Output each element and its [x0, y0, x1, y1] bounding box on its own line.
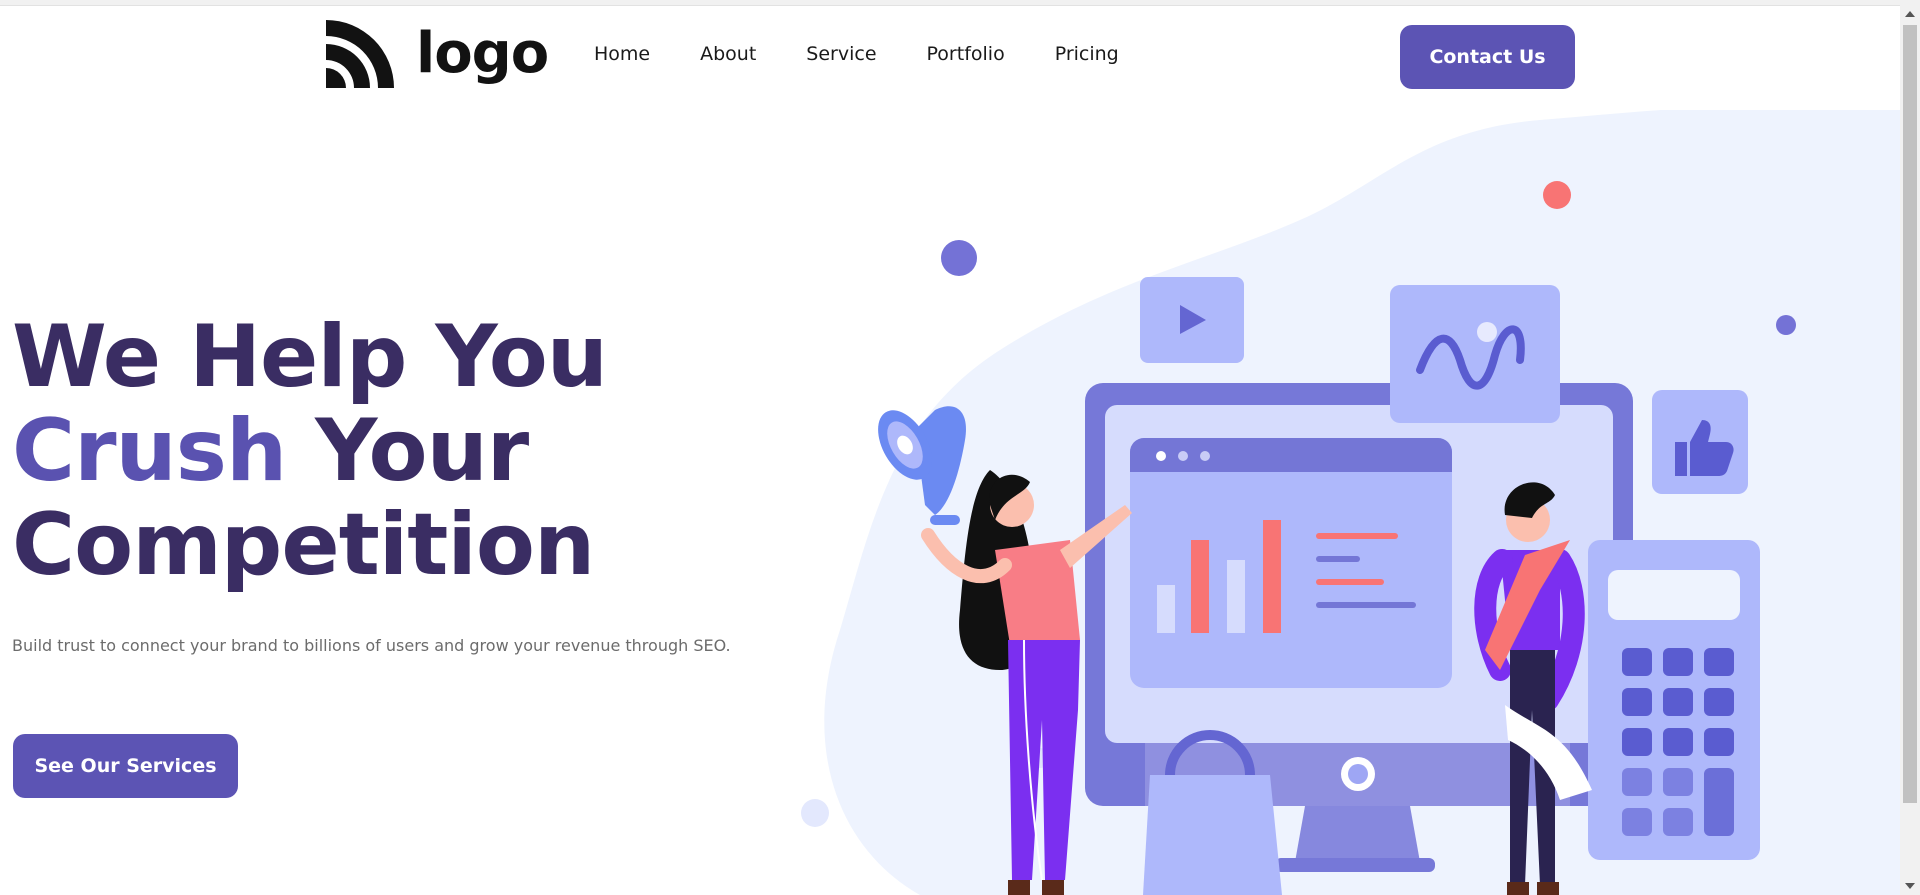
scroll-up-icon[interactable]	[1905, 11, 1915, 17]
logo-text: logo	[416, 21, 549, 86]
browser-top-edge	[0, 0, 1920, 6]
logo-arcs-icon	[326, 20, 394, 88]
nav-pricing[interactable]: Pricing	[1055, 43, 1119, 65]
hero-title-accent: Crush	[12, 401, 287, 501]
nav-home[interactable]: Home	[594, 43, 650, 65]
wave-card	[1390, 285, 1560, 423]
nav-service[interactable]: Service	[806, 43, 876, 65]
hero-subtitle: Build trust to connect your brand to bil…	[12, 636, 731, 655]
thumbs-up-card	[1652, 390, 1748, 494]
hero-title: We Help You Crush Your Competition	[12, 307, 608, 595]
scroll-down-icon[interactable]	[1905, 883, 1915, 889]
browser-window	[1130, 438, 1452, 688]
nav-about[interactable]: About	[700, 43, 756, 65]
dot-small-purple	[1776, 315, 1796, 335]
hero-illustration	[801, 110, 1900, 895]
page-scrollbar[interactable]	[1900, 5, 1920, 895]
hero-title-line1: We Help You	[12, 307, 608, 407]
contact-us-button[interactable]: Contact Us	[1400, 25, 1575, 89]
dot-light	[801, 799, 829, 827]
dot-coral	[1543, 181, 1571, 209]
hero-title-line3: Competition	[12, 495, 595, 595]
play-card	[1140, 277, 1244, 363]
calculator	[1588, 540, 1760, 860]
dot-purple	[941, 240, 977, 276]
see-services-button[interactable]: See Our Services	[13, 734, 238, 798]
main-nav: Home About Service Portfolio Pricing	[594, 43, 1169, 65]
hero-title-line2: Your	[286, 401, 529, 501]
scroll-thumb[interactable]	[1903, 25, 1917, 803]
site-logo[interactable]: logo	[322, 16, 549, 92]
nav-portfolio[interactable]: Portfolio	[927, 43, 1005, 65]
